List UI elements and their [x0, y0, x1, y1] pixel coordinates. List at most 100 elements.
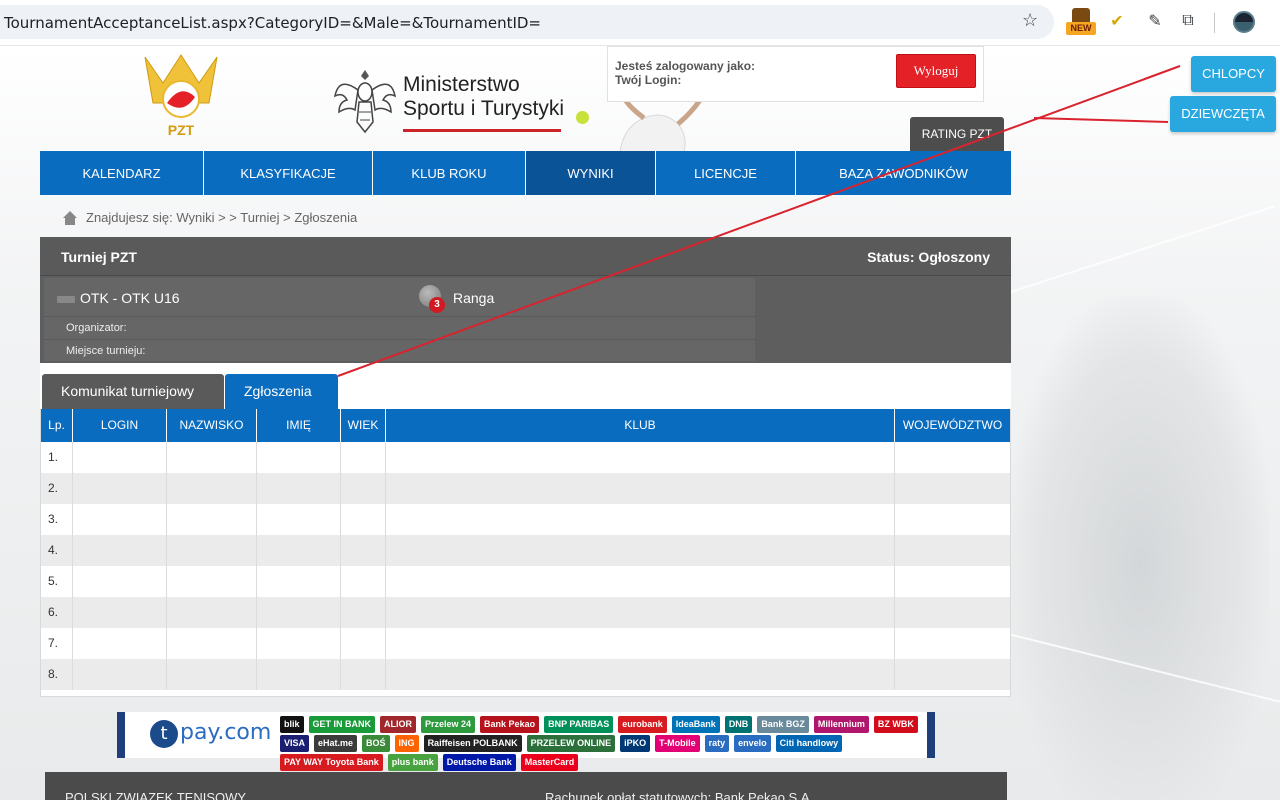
hat-icon — [1072, 8, 1090, 22]
background-player-image — [1010, 296, 1270, 800]
nav-kalendarz[interactable]: KALENDARZ — [40, 151, 204, 195]
bookmark-star-icon[interactable]: ☆ — [1022, 10, 1038, 31]
table-cell — [895, 659, 1010, 690]
bank-logo: MasterCard — [520, 754, 579, 771]
extension-new-icon[interactable]: NEW — [1066, 8, 1096, 36]
table-cell — [73, 535, 167, 566]
rank-label: Ranga — [453, 290, 495, 306]
row-number: 7. — [41, 628, 73, 659]
logout-button[interactable]: Wyloguj — [896, 54, 976, 88]
table-cell — [257, 535, 341, 566]
checkmark-extension-icon[interactable]: ✔ — [1105, 9, 1129, 33]
bank-logo: ING — [394, 735, 419, 752]
table-cell — [73, 597, 167, 628]
breadcrumb-text[interactable]: Znajdujesz się: Wyniki > > Turniej > Zgł… — [86, 210, 357, 225]
table-cell — [167, 535, 257, 566]
girls-button[interactable]: DZIEWCZĘTA — [1170, 96, 1276, 132]
table-cell — [73, 442, 167, 473]
ministry-line2: Sportu i Turystyki — [403, 97, 565, 120]
col-klub[interactable]: KLUB — [386, 409, 895, 442]
table-cell — [895, 504, 1010, 535]
table-cell — [73, 566, 167, 597]
row-number: 6. — [41, 597, 73, 628]
profile-avatar[interactable] — [1233, 11, 1255, 33]
bank-logo: Millennium — [813, 716, 869, 733]
bank-logo: Deutsche Bank — [442, 754, 516, 771]
bank-logo: GET IN BANK — [308, 716, 376, 733]
table-cell — [167, 442, 257, 473]
col-imie[interactable]: IMIĘ — [257, 409, 341, 442]
puzzle-extensions-icon[interactable]: ⧉ — [1176, 9, 1200, 33]
url-text[interactable]: TournamentAcceptanceList.aspx?CategoryID… — [4, 14, 541, 32]
flag-icon — [57, 296, 75, 303]
bank-logo: ALIOR — [380, 716, 417, 733]
ministry-underline — [403, 128, 561, 132]
table-row: 2. — [41, 473, 1010, 504]
row-number: 3. — [41, 504, 73, 535]
login-info-box: Jesteś zalogowany jako: Twój Login: Wylo… — [607, 46, 984, 102]
nav-baza-zawodnikow[interactable]: BAZA ZAWODNIKÓW — [796, 151, 1011, 195]
nav-licencje[interactable]: LICENCJE — [656, 151, 796, 195]
col-wiek[interactable]: WIEK — [341, 409, 386, 442]
table-cell — [895, 566, 1010, 597]
place-row: Miejsce turnieju: — [44, 339, 755, 361]
bank-logo: Raiffeisen POLBANK — [423, 735, 522, 752]
table-cell — [341, 628, 386, 659]
table-cell — [386, 566, 895, 597]
col-nazwisko[interactable]: NAZWISKO — [167, 409, 257, 442]
payment-banner[interactable]: t pay.com blik GET IN BANK ALIOR Przelew 24 B… — [117, 712, 935, 771]
bank-logo: iPKO — [620, 735, 651, 752]
table-cell — [895, 628, 1010, 659]
breadcrumb: Znajdujesz się: Wyniki > > Turniej > Zgł… — [62, 210, 357, 225]
nav-klasyfikacje[interactable]: KLASYFIKACJE — [204, 151, 373, 195]
organizer-label: Organizator: — [66, 322, 127, 334]
pzt-logo[interactable]: PZT — [143, 53, 219, 145]
bank-logo: BZ WBK — [873, 716, 918, 733]
tournament-status: Status: Ogłoszony — [867, 249, 990, 265]
home-icon[interactable] — [62, 210, 78, 225]
bank-logo: envelo — [734, 735, 771, 752]
address-bar[interactable]: TournamentAcceptanceList.aspx?CategoryID… — [0, 5, 1054, 39]
tournament-name: OTK - OTK U16 — [80, 290, 180, 306]
row-number: 1. — [41, 442, 73, 473]
bank-logo: raty — [704, 735, 730, 752]
table-cell — [386, 535, 895, 566]
nav-wyniki[interactable]: WYNIKI — [526, 151, 656, 195]
pen-extension-icon[interactable]: ✎ — [1143, 9, 1167, 33]
entries-table: Lp. LOGIN NAZWISKO IMIĘ WIEK KLUB WOJEWÓ… — [40, 409, 1011, 697]
table-cell — [386, 504, 895, 535]
nav-klub-roku[interactable]: KLUB ROKU — [373, 151, 526, 195]
col-wojewodztwo[interactable]: WOJEWÓDZTWO — [895, 409, 1010, 442]
bank-logo: Citi handlowy — [775, 735, 843, 752]
toolbar-separator — [1214, 13, 1215, 33]
table-cell — [167, 659, 257, 690]
ministry-line1: Ministerstwo — [403, 73, 520, 96]
table-cell — [386, 473, 895, 504]
table-cell — [895, 597, 1010, 628]
table-cell — [341, 504, 386, 535]
table-cell — [73, 473, 167, 504]
logo-text: PZT — [168, 122, 195, 138]
row-number: 5. — [41, 566, 73, 597]
rating-pzt-tab[interactable]: RATING PZT — [910, 117, 1004, 151]
table-cell — [167, 566, 257, 597]
table-cell — [167, 473, 257, 504]
tab-zgloszenia[interactable]: Zgłoszenia» — [225, 374, 338, 431]
col-login[interactable]: LOGIN — [73, 409, 167, 442]
bank-logos: blik GET IN BANK ALIOR Przelew 24 Bank Pekao… — [280, 716, 930, 771]
table-cell — [73, 628, 167, 659]
tab-komunikat[interactable]: Komunikat turniejowy — [42, 374, 224, 409]
bank-logo: VISA — [280, 735, 310, 752]
table-cell — [386, 659, 895, 690]
tpay-brand: pay.com — [180, 720, 272, 745]
table-cell — [341, 535, 386, 566]
bank-logo: eurobank — [618, 716, 667, 733]
table-cell — [341, 473, 386, 504]
boys-button[interactable]: CHLOPCY — [1191, 56, 1276, 92]
col-lp[interactable]: Lp. — [41, 409, 73, 442]
bank-logo: DNB — [724, 716, 753, 733]
main-nav: KALENDARZ KLASYFIKACJE KLUB ROKU WYNIKI … — [40, 151, 1011, 195]
table-cell — [895, 535, 1010, 566]
table-cell — [257, 566, 341, 597]
table-cell — [341, 442, 386, 473]
